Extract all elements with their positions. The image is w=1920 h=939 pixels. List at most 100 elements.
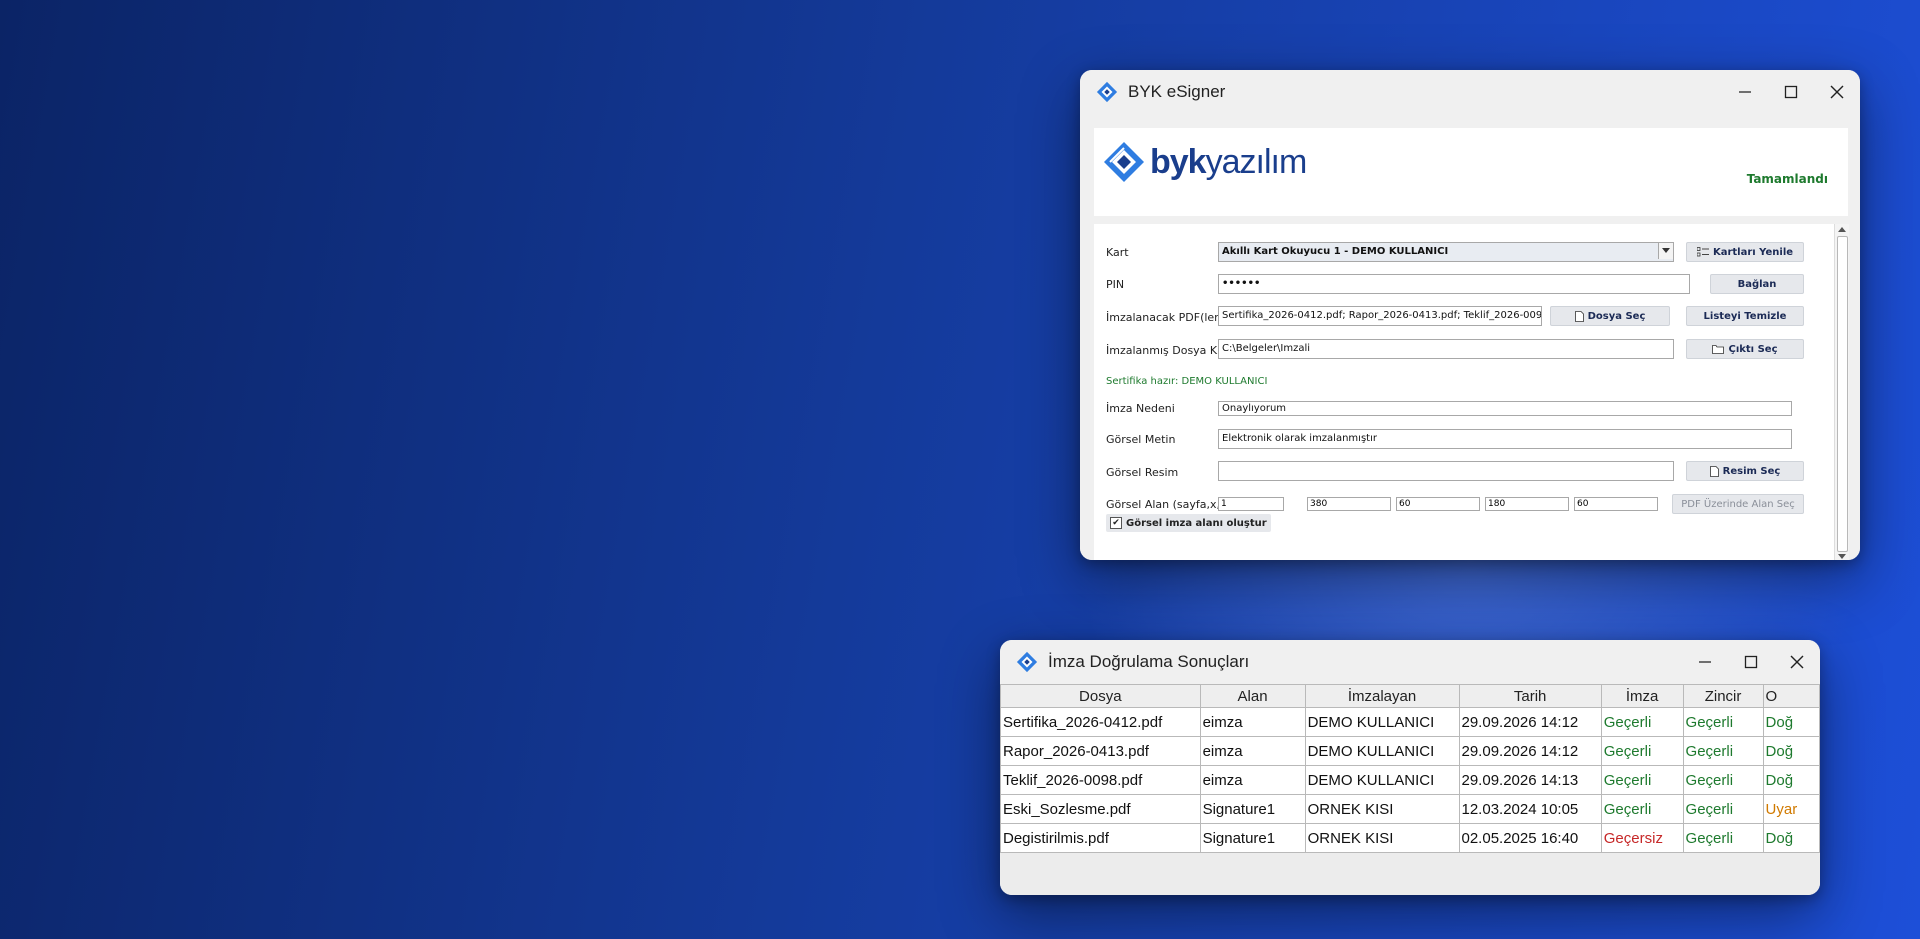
scroll-down-icon[interactable]: [1838, 554, 1846, 559]
cell-chain-status: Geçerli: [1682, 765, 1764, 795]
app-diamond-icon: [1016, 651, 1038, 673]
table-row[interactable]: Teklif_2026-0098.pdf eimza DEMO KULLANIC…: [1000, 765, 1820, 795]
column-header-file[interactable]: Dosya: [1000, 684, 1201, 708]
column-header-other[interactable]: O: [1762, 684, 1820, 708]
file-icon: [1709, 465, 1719, 477]
column-header-date[interactable]: Tarih: [1458, 684, 1602, 708]
close-button[interactable]: [1814, 70, 1860, 114]
logo-text-byk: byk: [1150, 142, 1207, 181]
list-icon: [1696, 247, 1709, 257]
maximize-icon: [1744, 655, 1758, 669]
maximize-button[interactable]: [1768, 70, 1814, 114]
file-icon: [1574, 310, 1584, 322]
visual-text-input[interactable]: Elektronik olarak imzalanmıştır: [1218, 429, 1792, 449]
create-visual-checkbox[interactable]: ✔ Görsel imza alanı oluştur: [1106, 514, 1271, 532]
choose-image-button[interactable]: Resim Seç: [1686, 461, 1804, 481]
logo-text-yazilim: yazılım: [1205, 142, 1308, 181]
column-header-field[interactable]: Alan: [1199, 684, 1306, 708]
scroll-thumb[interactable]: [1837, 236, 1848, 552]
table-row[interactable]: Sertifika_2026-0412.pdf eimza DEMO KULLA…: [1000, 707, 1820, 737]
verify-titlebar[interactable]: İmza Doğrulama Sonuçları: [1000, 640, 1820, 684]
signing-form: Kart Akıllı Kart Okuyucu 1 - DEMO KULLAN…: [1094, 224, 1834, 560]
pin-label: PIN: [1106, 278, 1125, 291]
verification-window: İmza Doğrulama Sonuçları Dosya Alan İmza: [1000, 640, 1820, 895]
card-select[interactable]: Akıllı Kart Okuyucu 1 - DEMO KULLANICI: [1218, 242, 1674, 262]
area-page-input[interactable]: 1: [1218, 497, 1284, 511]
clear-list-button[interactable]: Listeyi Temizle: [1686, 306, 1804, 326]
cell-field: eimza: [1199, 736, 1306, 766]
area-height-input[interactable]: 60: [1574, 497, 1658, 511]
table-row[interactable]: Eski_Sozlesme.pdf Signature1 ORNEK KISI …: [1000, 794, 1820, 824]
visual-image-input[interactable]: [1218, 461, 1674, 481]
visual-image-label: Görsel Resim: [1106, 466, 1179, 479]
close-button[interactable]: [1774, 640, 1820, 684]
cell-file: Degistirilmis.pdf: [1000, 823, 1201, 853]
cell-chain-status: Geçerli: [1682, 794, 1764, 824]
card-label: Kart: [1106, 246, 1129, 259]
cell-signer: DEMO KULLANICI: [1304, 736, 1460, 766]
cell-field: Signature1: [1199, 794, 1306, 824]
table-row[interactable]: Rapor_2026-0413.pdf eimza DEMO KULLANICI…: [1000, 736, 1820, 766]
company-logo: bykyazılım: [1102, 140, 1308, 184]
cell-signer: ORNEK KISI: [1304, 794, 1460, 824]
dropdown-arrow-icon[interactable]: [1658, 243, 1673, 259]
cell-field: eimza: [1199, 765, 1306, 795]
close-icon: [1790, 655, 1804, 669]
main-body: bykyazılım Tamamlandı Kart Akıllı Kart O…: [1080, 114, 1860, 560]
column-header-signer[interactable]: İmzalayan: [1304, 684, 1460, 708]
choose-output-button[interactable]: Çıktı Seç: [1686, 339, 1804, 359]
connect-button[interactable]: Bağlan: [1710, 274, 1804, 294]
cell-other-status: Doğ: [1762, 765, 1820, 795]
main-window: BYK eSigner bykyazılım Tamamlandı Kart A…: [1080, 70, 1860, 560]
pdf-list-input[interactable]: Sertifika_2026-0412.pdf; Rapor_2026-0413…: [1218, 306, 1542, 326]
maximize-button[interactable]: [1728, 640, 1774, 684]
cell-signature-status: Geçersiz: [1600, 823, 1684, 853]
area-x-input[interactable]: 380: [1307, 497, 1391, 511]
table-row[interactable]: Degistirilmis.pdf Signature1 ORNEK KISI …: [1000, 823, 1820, 853]
cell-chain-status: Geçerli: [1682, 707, 1764, 737]
cell-signature-status: Geçerli: [1600, 736, 1684, 766]
maximize-icon: [1784, 85, 1798, 99]
select-area-on-pdf-button[interactable]: PDF Üzerinde Alan Seç: [1672, 494, 1804, 514]
logo-diamond-icon: [1104, 142, 1144, 182]
cell-field: eimza: [1199, 707, 1306, 737]
close-icon: [1830, 85, 1844, 99]
cell-date: 29.09.2026 14:12: [1458, 707, 1602, 737]
checkbox-check-icon: ✔: [1110, 517, 1122, 529]
minimize-button[interactable]: [1682, 640, 1728, 684]
minimize-icon: [1699, 661, 1711, 663]
cell-other-status: Doğ: [1762, 707, 1820, 737]
verify-window-title: İmza Doğrulama Sonuçları: [1048, 652, 1250, 671]
column-header-chain[interactable]: Zincir: [1682, 684, 1764, 708]
create-visual-label: Görsel imza alanı oluştur: [1126, 517, 1267, 529]
cell-chain-status: Geçerli: [1682, 823, 1764, 853]
cell-file: Sertifika_2026-0412.pdf: [1000, 707, 1201, 737]
results-table: Dosya Alan İmzalayan Tarih İmza Zincir O…: [1000, 684, 1820, 853]
cell-chain-status: Geçerli: [1682, 736, 1764, 766]
area-y-input[interactable]: 60: [1396, 497, 1480, 511]
cell-field: Signature1: [1199, 823, 1306, 853]
window-title: BYK eSigner: [1128, 82, 1226, 101]
cell-other-status: Doğ: [1762, 823, 1820, 853]
app-diamond-icon: [1096, 81, 1118, 103]
refresh-cards-button[interactable]: Kartları Yenile: [1686, 242, 1804, 262]
cell-signer: DEMO KULLANICI: [1304, 765, 1460, 795]
cell-file: Eski_Sozlesme.pdf: [1000, 794, 1201, 824]
cell-date: 02.05.2025 16:40: [1458, 823, 1602, 853]
minimize-button[interactable]: [1722, 70, 1768, 114]
form-scrollbar[interactable]: [1834, 224, 1849, 560]
area-width-input[interactable]: 180: [1485, 497, 1569, 511]
choose-file-button[interactable]: Dosya Seç: [1550, 306, 1670, 326]
scroll-up-icon[interactable]: [1838, 227, 1846, 232]
reason-input[interactable]: Onaylıyorum: [1218, 401, 1792, 416]
cell-signature-status: Geçerli: [1600, 707, 1684, 737]
pin-input[interactable]: ••••••: [1218, 274, 1690, 294]
reason-label: İmza Nedeni: [1106, 402, 1175, 415]
visual-text-label: Görsel Metin: [1106, 433, 1176, 446]
cell-file: Rapor_2026-0413.pdf: [1000, 736, 1201, 766]
output-folder-input[interactable]: C:\Belgeler\Imzali: [1218, 339, 1674, 359]
minimize-icon: [1739, 91, 1751, 93]
column-header-signature[interactable]: İmza: [1600, 684, 1684, 708]
cell-signer: DEMO KULLANICI: [1304, 707, 1460, 737]
main-titlebar[interactable]: BYK eSigner: [1080, 70, 1860, 114]
